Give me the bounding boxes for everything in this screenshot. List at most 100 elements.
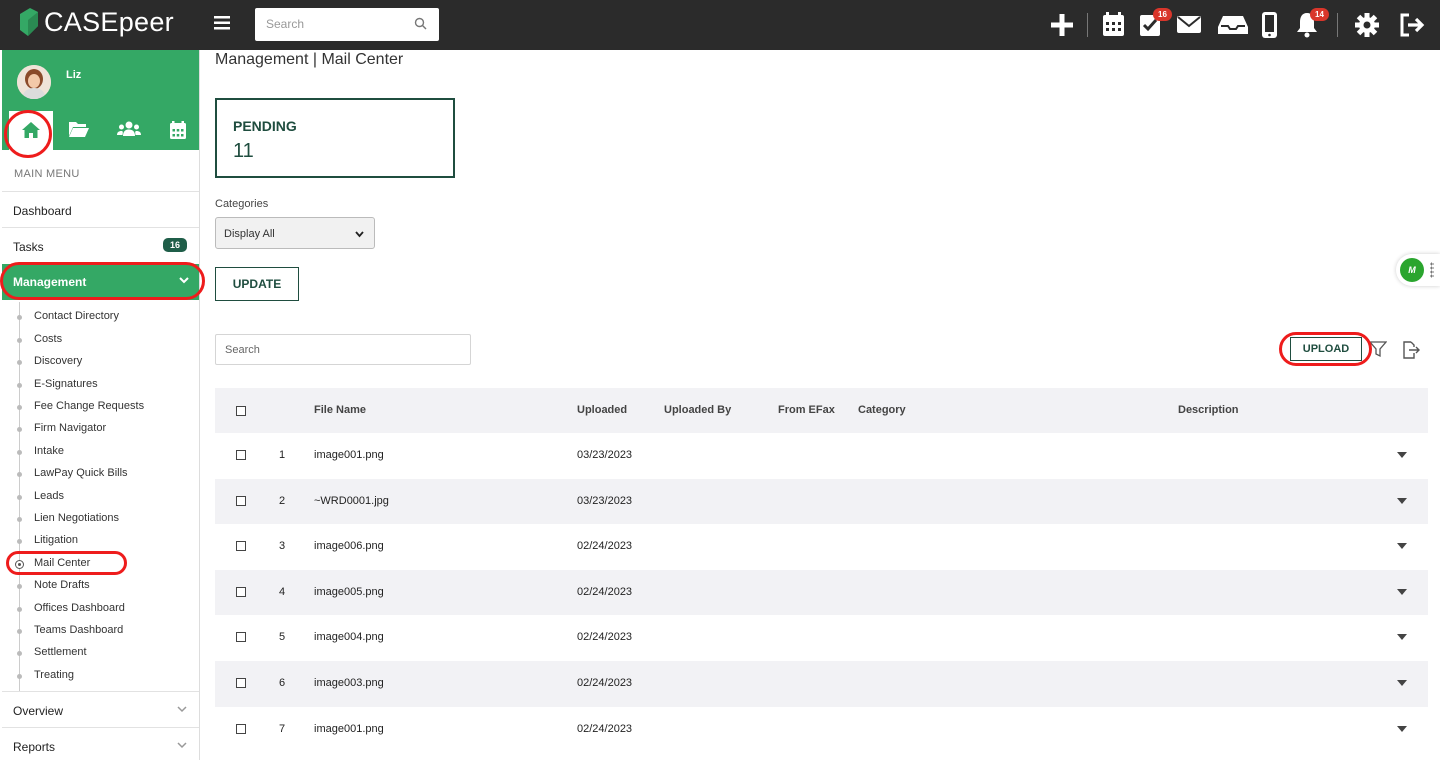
select-all-checkbox[interactable]: [236, 406, 246, 416]
row-expand-caret-icon[interactable]: [1397, 497, 1407, 504]
submenu-item-discovery[interactable]: Discovery: [34, 355, 82, 367]
submenu-item-note-drafts[interactable]: Note Drafts: [34, 579, 90, 591]
tasks-check-button[interactable]: 16: [1139, 8, 1172, 42]
tasks-count-badge: 16: [162, 238, 187, 252]
top-search-input[interactable]: [255, 8, 405, 39]
row-expand-caret-icon[interactable]: [1397, 543, 1407, 550]
notifications-button[interactable]: 14: [1296, 8, 1329, 43]
submenu-bullet: [17, 629, 22, 634]
sidebar: Liz MAIN MENU Dashboard Tasks 16 Managem…: [0, 50, 200, 760]
upload-button[interactable]: UPLOAD: [1290, 337, 1362, 361]
file-name[interactable]: image001.png: [314, 449, 384, 461]
mail-table: File Name Uploaded Uploaded By From EFax…: [215, 388, 1428, 752]
assistant-widget[interactable]: M: [1396, 254, 1440, 286]
row-number: 1: [279, 449, 286, 461]
file-name[interactable]: image003.png: [314, 677, 384, 689]
row-checkbox[interactable]: [236, 632, 246, 643]
sidebar-item-reports[interactable]: Reports: [2, 727, 199, 763]
uploaded-date: 02/24/2023: [577, 540, 633, 553]
drag-grip-icon[interactable]: [1430, 262, 1434, 278]
submenu-item-litigation[interactable]: Litigation: [34, 534, 78, 546]
logout-icon[interactable]: [1398, 11, 1426, 39]
row-expand-caret-icon[interactable]: [1397, 634, 1407, 641]
search-icon[interactable]: [414, 17, 427, 30]
submenu-item-firm-navigator[interactable]: Firm Navigator: [34, 422, 106, 434]
column-header-description[interactable]: Description: [1178, 404, 1239, 416]
calendar-icon[interactable]: [1102, 11, 1125, 38]
sidebar-item-management[interactable]: Management: [2, 264, 199, 300]
hamburger-menu-icon[interactable]: [214, 14, 230, 34]
submenu-item-intake[interactable]: Intake: [34, 445, 64, 457]
sidebar-item-label: Reports: [13, 740, 56, 754]
plus-icon[interactable]: [1050, 11, 1074, 39]
submenu-item-costs[interactable]: Costs: [34, 333, 62, 345]
update-button[interactable]: UPDATE: [215, 267, 299, 301]
file-name[interactable]: image005.png: [314, 586, 384, 598]
table-row[interactable]: 4 image005.png 02/24/2023: [215, 569, 1428, 616]
gear-icon[interactable]: [1354, 11, 1380, 39]
table-row[interactable]: 6 image003.png 02/24/2023: [215, 660, 1428, 707]
submenu-item-e-signatures[interactable]: E-Signatures: [34, 378, 98, 390]
table-row[interactable]: 3 image006.png 02/24/2023: [215, 524, 1428, 570]
export-icon[interactable]: [1401, 340, 1421, 360]
submenu-item-offices-dashboard[interactable]: Offices Dashboard: [34, 602, 125, 614]
file-name[interactable]: image001.png: [314, 723, 384, 735]
categories-select[interactable]: Display All: [215, 217, 375, 249]
uploaded-date: 02/24/2023: [577, 585, 633, 598]
row-checkbox[interactable]: [236, 723, 246, 734]
folder-open-icon[interactable]: [68, 120, 90, 138]
row-checkbox[interactable]: [236, 450, 246, 460]
home-tab[interactable]: [9, 111, 53, 151]
mail-icon[interactable]: [1176, 11, 1202, 37]
column-header-uploaded-by[interactable]: Uploaded By: [664, 404, 731, 416]
row-checkbox[interactable]: [236, 495, 246, 506]
sidebar-item-label: Overview: [13, 704, 64, 718]
column-header-uploaded[interactable]: Uploaded: [577, 404, 627, 416]
uploaded-date: 02/24/2023: [577, 722, 633, 735]
submenu-item-fee-change-requests[interactable]: Fee Change Requests: [34, 400, 144, 412]
column-header-file-name[interactable]: File Name: [314, 404, 366, 416]
row-checkbox[interactable]: [236, 677, 246, 688]
table-row[interactable]: 1 image001.png 03/23/2023: [215, 433, 1428, 479]
row-checkbox[interactable]: [236, 541, 246, 552]
pending-count: 11: [233, 140, 254, 162]
submenu-bullet: [17, 450, 22, 455]
submenu-bullet: [17, 383, 22, 388]
avatar[interactable]: [17, 65, 51, 99]
submenu-item-leads[interactable]: Leads: [34, 490, 64, 502]
file-name[interactable]: image006.png: [314, 540, 384, 552]
sidebar-item-overview[interactable]: Overview: [2, 691, 199, 727]
column-header-from-efax[interactable]: From EFax: [778, 404, 835, 416]
submenu-bullet: [17, 584, 22, 589]
filter-icon[interactable]: [1369, 340, 1387, 358]
row-expand-caret-icon[interactable]: [1397, 725, 1407, 732]
sidebar-item-dashboard[interactable]: Dashboard: [2, 191, 199, 227]
column-header-category[interactable]: Category: [858, 404, 906, 416]
submenu-item-contact-directory[interactable]: Contact Directory: [34, 310, 119, 322]
sidebar-item-tasks[interactable]: Tasks 16: [2, 227, 199, 263]
row-expand-caret-icon[interactable]: [1397, 452, 1407, 458]
row-checkbox[interactable]: [236, 586, 246, 597]
users-group-icon[interactable]: [117, 120, 141, 138]
file-name[interactable]: image004.png: [314, 631, 384, 643]
submenu-bullet: [17, 338, 22, 343]
submenu-item-teams-dashboard[interactable]: Teams Dashboard: [34, 624, 123, 636]
submenu-item-settlement[interactable]: Settlement: [34, 646, 87, 658]
table-row[interactable]: 5 image004.png 02/24/2023: [215, 615, 1428, 661]
file-name[interactable]: ~WRD0001.jpg: [314, 495, 389, 507]
calendar-icon[interactable]: [169, 120, 187, 140]
submenu-item-lien-negotiations[interactable]: Lien Negotiations: [34, 512, 119, 524]
row-expand-caret-icon[interactable]: [1397, 679, 1407, 686]
mail-search-input[interactable]: [216, 335, 470, 364]
row-expand-caret-icon[interactable]: [1397, 588, 1407, 595]
submenu-item-treating[interactable]: Treating: [34, 669, 74, 681]
uploaded-date: 03/23/2023: [577, 449, 633, 461]
casepeer-logo[interactable]: CASEpeer: [18, 6, 174, 38]
pending-card[interactable]: PENDING 11: [215, 98, 455, 178]
submenu-item-lawpay-quick-bills[interactable]: LawPay Quick Bills: [34, 467, 128, 479]
table-row[interactable]: 2 ~WRD0001.jpg 03/23/2023: [215, 478, 1428, 525]
table-row[interactable]: 7 image001.png 02/24/2023: [215, 707, 1428, 753]
mobile-phone-icon[interactable]: [1261, 11, 1278, 39]
inbox-tray-icon[interactable]: [1217, 11, 1249, 37]
submenu-item-mail-center[interactable]: Mail Center: [34, 557, 90, 569]
